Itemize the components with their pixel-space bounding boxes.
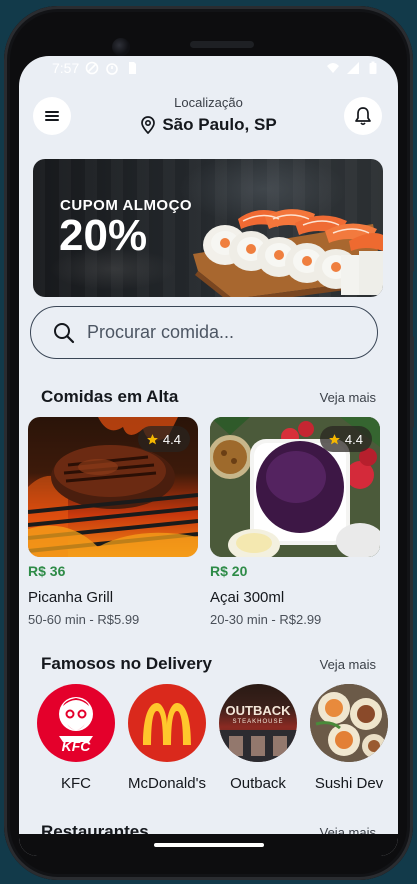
banner-discount: 20% — [59, 211, 148, 260]
rating-badge: 4.4 — [137, 426, 190, 452]
kfc-logo-text: KFC — [61, 738, 91, 754]
dnd-icon — [85, 61, 99, 75]
search-input[interactable] — [87, 322, 357, 343]
power-button — [410, 216, 414, 272]
food-delivery-info: 50-60 min - R$5.99 — [28, 612, 140, 627]
food-card-acai[interactable]: 4.4 R$ 20 Açai 300ml 20-30 min - R$2.99 — [210, 417, 380, 627]
food-delivery-info: 20-30 min - R$2.99 — [210, 612, 322, 627]
earpiece-speaker — [190, 41, 254, 48]
brand-name: Sushi Dev — [314, 775, 384, 792]
app-screen: 7:57 Localização São Paulo, SP CUPOM ALM… — [19, 56, 398, 856]
brand-outback[interactable]: OUTBACK STEAKHOUSE Outback — [217, 684, 299, 792]
sim-card-icon — [129, 62, 137, 74]
brand-mcdonalds[interactable]: McDonald's — [126, 684, 208, 792]
rating-badge: 4.4 — [319, 426, 372, 452]
food-image-acai: 4.4 — [210, 417, 380, 557]
brand-name: McDonald's — [128, 775, 206, 792]
rating-value: 4.4 — [344, 431, 363, 447]
delivery-header: Famosos no Delivery Veja mais — [41, 654, 376, 674]
kfc-logo: KFC — [37, 684, 115, 762]
outback-logo: OUTBACK STEAKHOUSE — [219, 684, 297, 762]
food-card-picanha[interactable]: 4.4 R$ 36 Picanha Grill 50-60 min - R$5.… — [28, 417, 198, 627]
delivery-title: Famosos no Delivery — [41, 654, 213, 673]
brand-kfc[interactable]: KFC KFC — [35, 684, 117, 792]
timer-icon — [106, 63, 119, 75]
wifi-icon — [327, 63, 339, 73]
brand-name: KFC — [61, 775, 91, 792]
food-price: R$ 36 — [28, 563, 66, 579]
brand-name: Outback — [230, 775, 286, 792]
volume-button — [410, 336, 414, 428]
golden-arches-icon — [143, 703, 191, 745]
signal-icon — [347, 62, 359, 74]
location-pin-icon — [141, 116, 156, 134]
star-icon — [147, 433, 158, 444]
trending-see-more-link[interactable]: Veja mais — [320, 390, 376, 405]
brand-sushi-dev[interactable]: Sushi Dev — [308, 684, 390, 792]
trending-header: Comidas em Alta Veja mais — [41, 387, 376, 407]
rating-value: 4.4 — [162, 431, 181, 447]
food-price: R$ 20 — [210, 563, 248, 579]
outback-logo-text: OUTBACK — [225, 703, 291, 718]
delivery-see-more-link[interactable]: Veja mais — [320, 657, 376, 672]
bell-icon — [355, 107, 371, 126]
food-name: Picanha Grill — [28, 589, 114, 606]
location-city: São Paulo, SP — [162, 115, 277, 134]
star-icon — [329, 433, 340, 444]
coupon-banner[interactable]: CUPOM ALMOÇO 20% — [33, 159, 383, 297]
search-bar[interactable] — [30, 306, 378, 359]
status-time: 7:57 — [52, 60, 80, 76]
battery-icon — [369, 61, 377, 74]
mcdonalds-logo — [128, 684, 206, 762]
brand-carousel[interactable]: KFC KFC McDonald's OUTBACK STEAKHOUSE Ou… — [35, 684, 398, 794]
outback-logo-subtext: STEAKHOUSE — [232, 719, 284, 725]
sushi-icon — [310, 684, 388, 762]
search-icon — [54, 322, 75, 343]
location-label: Localização — [174, 95, 243, 110]
food-image-picanha: 4.4 — [28, 417, 198, 557]
status-bar: 7:57 — [19, 56, 398, 80]
app-header: Localização São Paulo, SP — [19, 86, 398, 146]
notifications-button[interactable] — [344, 97, 382, 135]
home-gesture-bar[interactable] — [154, 843, 264, 847]
food-name: Açai 300ml — [210, 589, 285, 606]
front-camera — [112, 38, 130, 56]
location-selector[interactable]: São Paulo, SP — [19, 115, 398, 135]
trending-title: Comidas em Alta — [41, 387, 179, 406]
sushi-dev-logo — [310, 684, 388, 762]
